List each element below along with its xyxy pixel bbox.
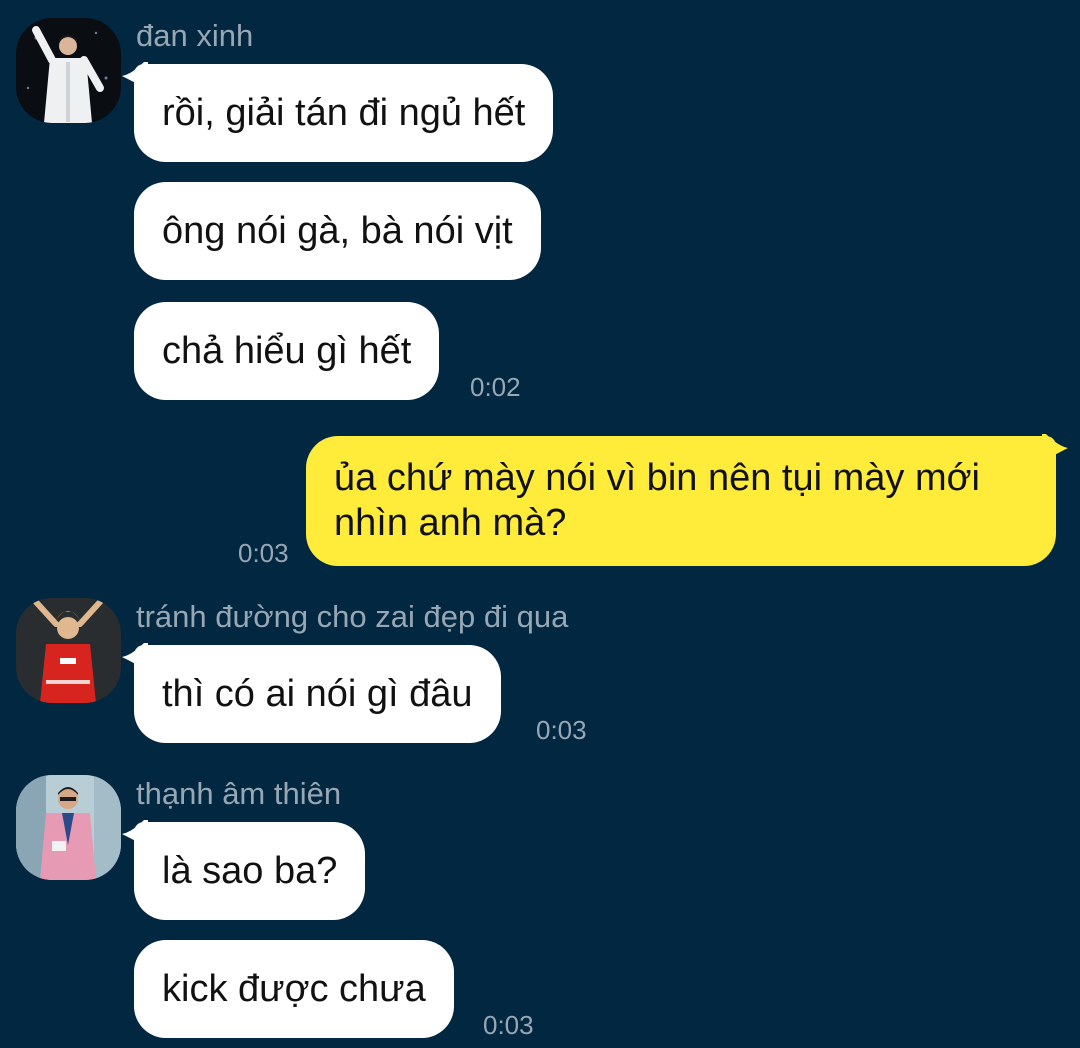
message-bubble[interactable]: là sao ba? xyxy=(134,822,366,920)
message-time: 0:03 xyxy=(238,538,289,568)
message-bubble[interactable]: chả hiểu gì hết xyxy=(134,302,440,400)
message-time: 0:03 xyxy=(536,715,587,745)
sender-name[interactable]: tránh đường cho zai đẹp đi qua xyxy=(136,599,568,635)
avatar[interactable] xyxy=(16,775,121,880)
message-time: 0:02 xyxy=(470,372,521,402)
sender-name[interactable]: đan xinh xyxy=(136,18,253,54)
performer-pink-suit-avatar xyxy=(16,775,121,880)
performer-white-suit-avatar xyxy=(16,18,121,123)
message-bubble[interactable]: thì có ai nói gì đâu xyxy=(134,645,501,743)
outgoing-message-bubble[interactable]: ủa chứ mày nói vì bin nên tụi mày mới nh… xyxy=(306,436,1056,566)
bubble-tail xyxy=(1042,434,1068,462)
message-bubble[interactable]: ông nói gà, bà nói vịt xyxy=(134,182,541,280)
sender-name[interactable]: thạnh âm thiên xyxy=(136,776,341,812)
avatar[interactable] xyxy=(16,18,121,123)
message-bubble[interactable]: kick được chưa xyxy=(134,940,454,1038)
avatar[interactable] xyxy=(16,598,121,703)
performer-red-jersey-avatar xyxy=(16,598,121,703)
message-bubble[interactable]: rồi, giải tán đi ngủ hết xyxy=(134,64,554,162)
message-time: 0:03 xyxy=(483,1010,534,1040)
